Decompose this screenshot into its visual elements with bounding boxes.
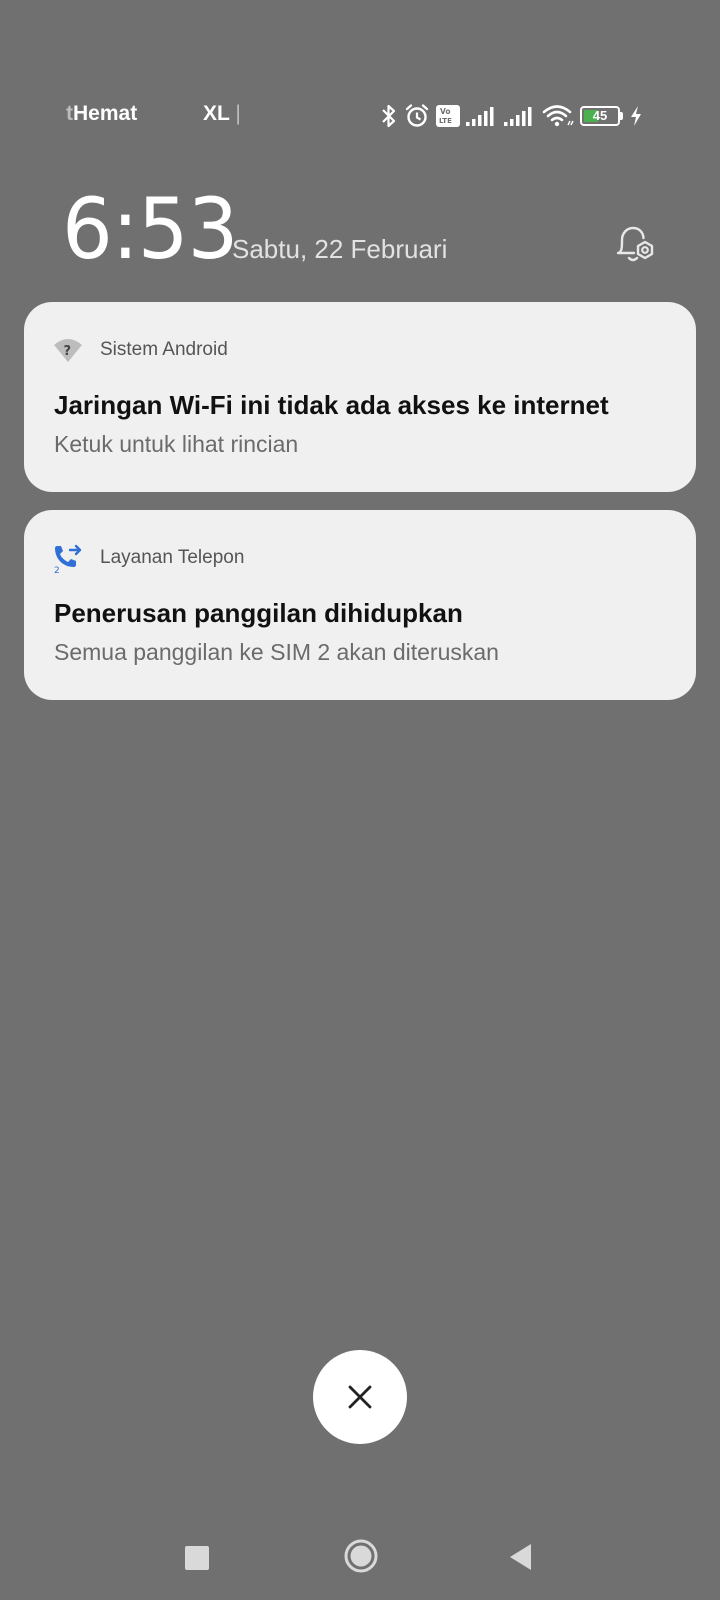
svg-text:Vo: Vo: [440, 107, 451, 116]
notification-title: Jaringan Wi-Fi ini tidak ada akses ke in…: [54, 390, 609, 420]
notification-app-name: Layanan Telepon: [100, 547, 245, 568]
battery-body: 45: [580, 106, 620, 126]
home-button[interactable]: [343, 1538, 379, 1574]
notification-text: Semua panggilan ke SIM 2 akan diteruskan: [54, 639, 499, 665]
lockscreen-date: Sabtu, 22 Februari: [232, 234, 448, 264]
notification-card-wifi[interactable]: ? Sistem Android Jaringan Wi-Fi ini tida…: [24, 302, 696, 492]
carrier-separator: |: [235, 102, 241, 125]
battery-cap: [620, 112, 623, 120]
svg-text:2: 2: [54, 566, 60, 573]
battery-icon: 45: [580, 106, 623, 126]
notification-text: Ketuk untuk lihat rincian: [54, 431, 299, 457]
notification-card-call-forward[interactable]: 2 Layanan Telepon Penerusan panggilan di…: [24, 510, 696, 700]
battery-level-label: 45: [592, 108, 608, 123]
lockscreen-clock: 6:53: [62, 180, 238, 278]
carrier-1-name: Hemat: [73, 102, 138, 125]
wifi-icon: [542, 105, 574, 127]
recents-button[interactable]: [185, 1546, 209, 1570]
back-button[interactable]: [508, 1542, 534, 1572]
alarm-icon: [405, 104, 429, 127]
status-bar: tHemat XL | Vo LTE 45: [0, 96, 720, 136]
volte-icon: Vo LTE: [436, 105, 460, 127]
close-icon: [348, 1385, 372, 1409]
notification-settings-icon[interactable]: [612, 222, 658, 268]
carrier-2-label: XL |: [203, 102, 241, 126]
signal-sim1-icon: [466, 107, 494, 126]
notification-title: Penerusan panggilan dihidupkan: [54, 598, 463, 628]
clear-notifications-button[interactable]: [313, 1350, 407, 1444]
signal-sim2-icon: [504, 107, 532, 126]
call-forward-icon: 2: [52, 542, 84, 574]
carrier-1-prefix: t: [66, 102, 73, 125]
bluetooth-icon: [382, 104, 396, 128]
svg-text:?: ?: [64, 344, 72, 359]
status-icons: Vo LTE 45: [380, 100, 643, 132]
notification-header: ? Sistem Android: [52, 334, 228, 366]
charging-icon: [631, 106, 641, 126]
svg-text:LTE: LTE: [439, 117, 452, 125]
wifi-question-icon: ?: [52, 334, 84, 366]
notification-header: 2 Layanan Telepon: [52, 542, 244, 574]
carrier-1-label: tHemat: [66, 102, 137, 126]
carrier-2-name: XL: [203, 102, 230, 125]
notification-app-name: Sistem Android: [100, 339, 228, 360]
